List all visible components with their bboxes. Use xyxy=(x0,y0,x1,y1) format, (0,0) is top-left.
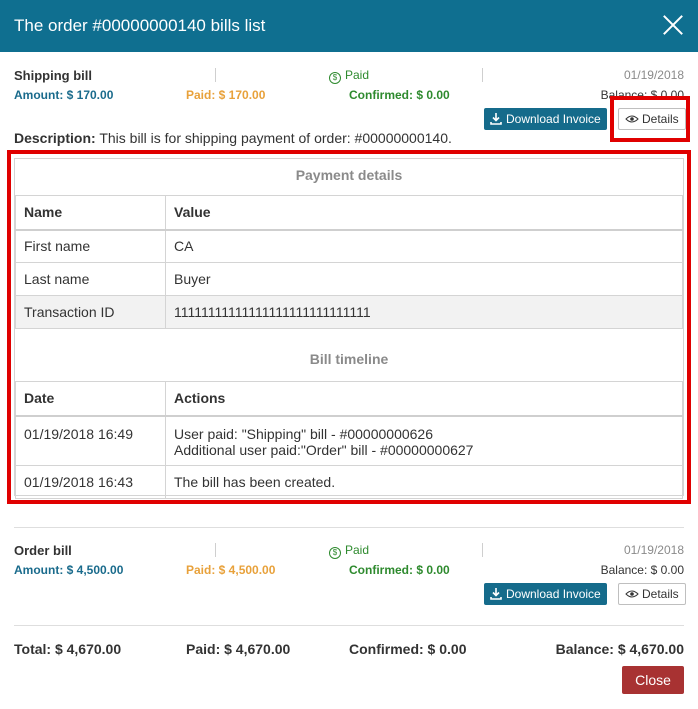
bill-timeline-title: Bill timeline xyxy=(309,351,389,367)
download-icon xyxy=(490,588,502,600)
total-confirmed: Confirmed: $ 0.00 xyxy=(349,641,467,657)
download-invoice-button[interactable]: Download Invoice xyxy=(484,108,607,130)
close-button[interactable]: Close xyxy=(622,666,684,694)
eye-icon xyxy=(625,590,639,598)
modal-title: The order #00000000140 bills list xyxy=(14,16,266,35)
bill-paid: Paid: $ 4,500.00 xyxy=(186,563,276,577)
divider xyxy=(215,68,216,82)
details-highlight xyxy=(610,96,690,142)
table-row: First name CA xyxy=(15,229,683,263)
row-value: 11111111111111111111111111111 xyxy=(165,295,683,329)
bill-balance: Balance: $ 0.00 xyxy=(600,563,684,577)
divider xyxy=(14,625,684,626)
total-paid: Paid: $ 4,670.00 xyxy=(186,641,291,657)
description-label: Description: xyxy=(14,130,96,146)
download-invoice-label: Download Invoice xyxy=(506,587,601,601)
modal-header: The order #00000000140 bills list xyxy=(0,0,698,52)
payment-details-table: Name Value First name CA Last name Buyer… xyxy=(15,195,683,329)
bill-amount: Amount: $ 4,500.00 xyxy=(14,563,124,577)
timeline-date: 01/19/2018 16:43 xyxy=(15,465,166,499)
details-label: Details xyxy=(642,587,679,601)
row-value: Buyer xyxy=(165,262,683,296)
status-badge: $ Paid xyxy=(329,543,369,559)
download-icon xyxy=(490,113,502,125)
bill-description: Description: This bill is for shipping p… xyxy=(14,130,452,146)
payment-details-title: Payment details xyxy=(295,167,403,183)
timeline-action: Additional user paid:"Order" bill - #000… xyxy=(174,441,474,458)
row-value: CA xyxy=(165,229,683,263)
timeline-date: 01/19/2018 16:49 xyxy=(15,415,166,466)
status-label: Paid xyxy=(345,543,370,557)
divider xyxy=(14,527,684,528)
divider xyxy=(482,68,483,82)
divider xyxy=(215,543,216,557)
table-row: 01/19/2018 16:49 User paid: "Shipping" b… xyxy=(15,415,683,466)
description-text: This bill is for shipping payment of ord… xyxy=(95,130,452,146)
table-row: Transaction ID 1111111111111111111111111… xyxy=(15,295,683,329)
column-header-date: Date xyxy=(15,381,166,417)
column-header-value: Value xyxy=(165,195,683,231)
column-header-name: Name xyxy=(15,195,166,231)
total-balance: Balance: $ 4,670.00 xyxy=(555,641,684,657)
column-header-actions: Actions xyxy=(165,381,683,417)
dollar-circle-icon: $ xyxy=(329,547,341,559)
bill-date: 01/19/2018 xyxy=(623,68,684,82)
row-name: First name xyxy=(15,229,166,263)
bill-details-panel: Payment details Name Value First name CA… xyxy=(14,158,684,499)
bill-timeline-table: Date Actions 01/19/2018 16:49 User paid:… xyxy=(15,381,683,499)
row-name: Transaction ID xyxy=(15,295,166,329)
divider xyxy=(482,543,483,557)
bill-name: Order bill xyxy=(14,543,72,558)
download-invoice-button[interactable]: Download Invoice xyxy=(484,583,607,605)
close-icon[interactable] xyxy=(660,12,686,38)
timeline-action: The bill has been created. xyxy=(165,465,683,499)
total-amount: Total: $ 4,670.00 xyxy=(14,641,122,657)
timeline-actions: User paid: "Shipping" bill - #0000000062… xyxy=(165,415,683,466)
bill-confirmed: Confirmed: $ 0.00 xyxy=(349,563,450,577)
timeline-action: User paid: "Shipping" bill - #0000000062… xyxy=(174,425,434,442)
table-row: 01/19/2018 16:43 The bill has been creat… xyxy=(15,465,683,499)
bill-confirmed: Confirmed: $ 0.00 xyxy=(349,88,450,102)
bill-name: Shipping bill xyxy=(14,68,92,83)
bill-amount: Amount: $ 170.00 xyxy=(14,88,114,102)
bill-paid: Paid: $ 170.00 xyxy=(186,88,266,102)
details-button[interactable]: Details xyxy=(618,583,686,605)
table-row: Last name Buyer xyxy=(15,262,683,296)
bill-date: 01/19/2018 xyxy=(623,543,684,557)
status-badge: $ Paid xyxy=(329,68,369,84)
download-invoice-label: Download Invoice xyxy=(506,112,601,126)
dollar-circle-icon: $ xyxy=(329,72,341,84)
row-name: Last name xyxy=(15,262,166,296)
status-label: Paid xyxy=(345,68,370,82)
